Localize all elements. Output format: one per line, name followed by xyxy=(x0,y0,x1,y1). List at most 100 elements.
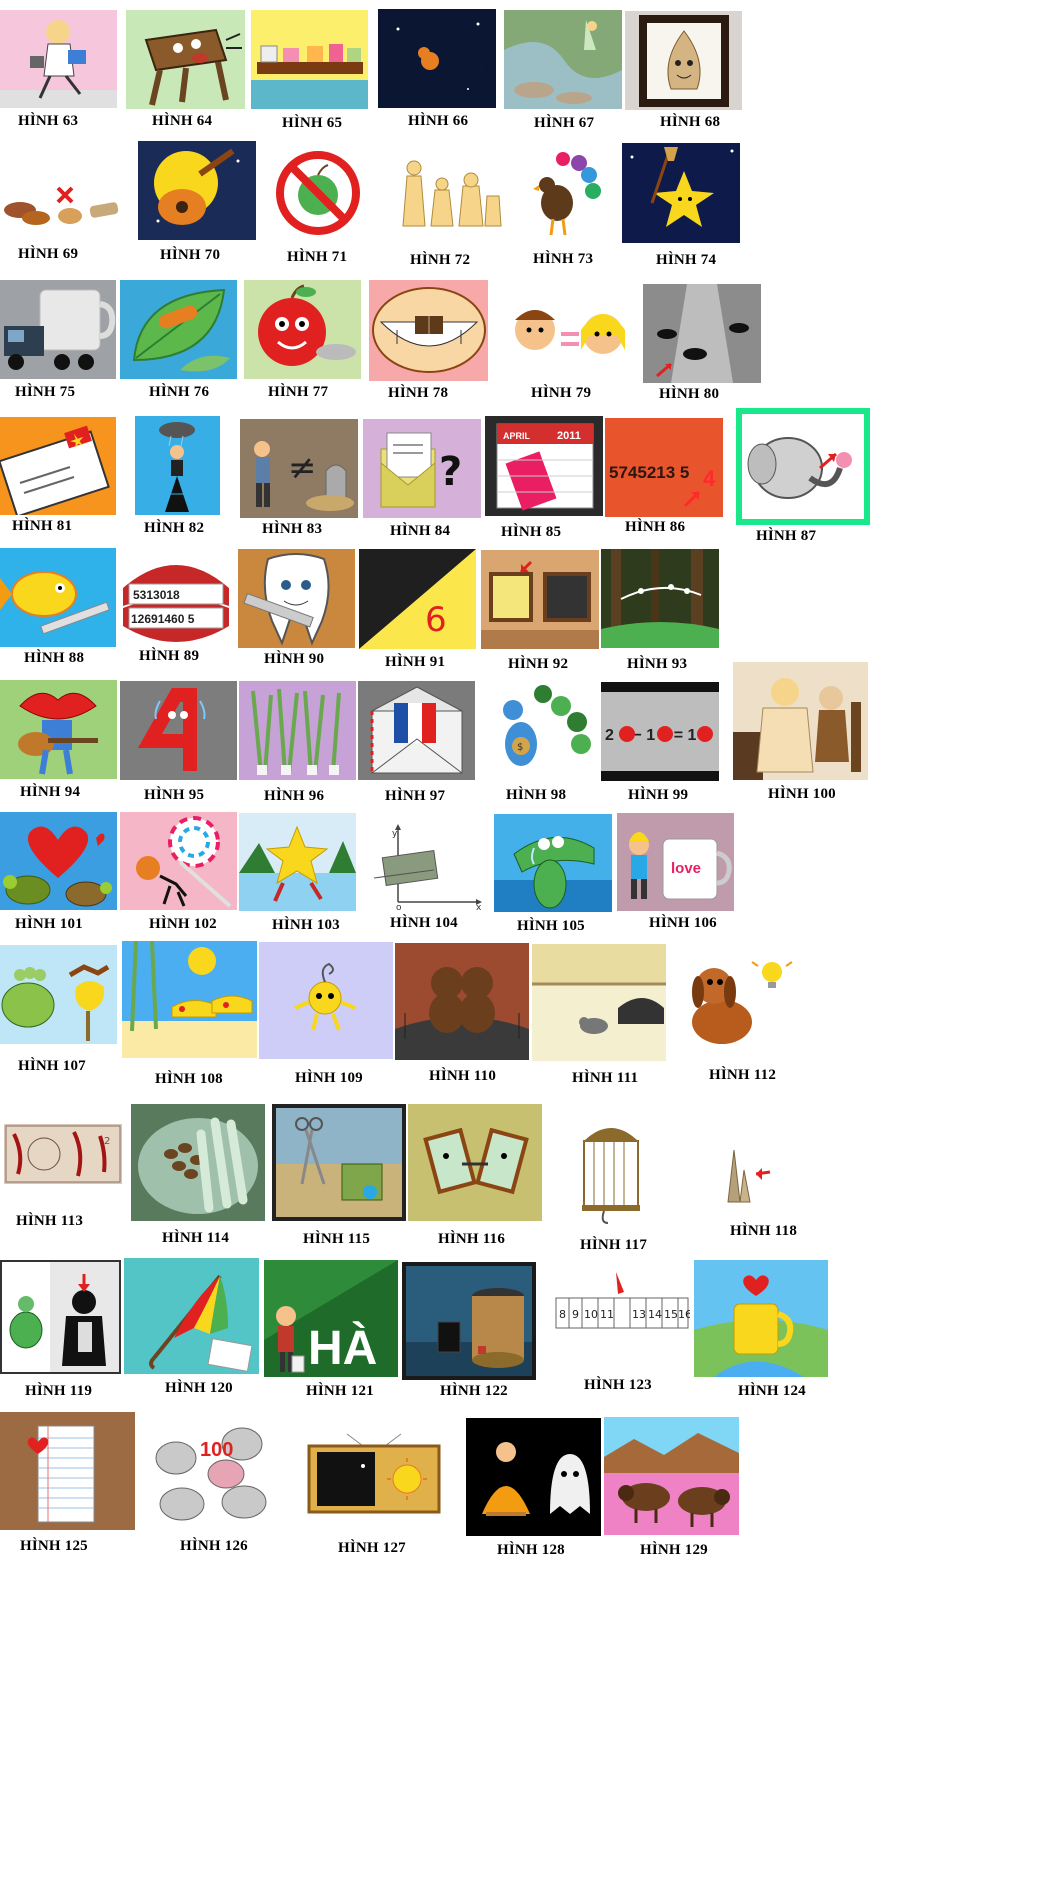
label-102: HÌNH 102 xyxy=(149,916,217,932)
label-76: HÌNH 76 xyxy=(149,384,210,400)
label-119: HÌNH 119 xyxy=(25,1383,93,1399)
picture-67-fairy-waterfall xyxy=(504,10,622,109)
picture-128-monk-ghost xyxy=(466,1418,601,1536)
picture-110-monkeys-bridge xyxy=(395,943,529,1060)
picture-99-apple-equation: 2 ● − 1 ● = 1 ● xyxy=(601,682,719,781)
calendar-month-text: APRIL xyxy=(503,431,531,441)
label-67: HÌNH 67 xyxy=(534,115,595,131)
label-74: HÌNH 74 xyxy=(656,252,717,268)
picture-76-leaf-pill xyxy=(120,280,237,379)
picture-96-green-onions xyxy=(239,681,356,780)
label-117: HÌNH 117 xyxy=(580,1237,648,1253)
picture-68-onion-portrait xyxy=(625,11,742,110)
graph-x-text: x xyxy=(476,903,482,910)
hundred-number-text: 100 xyxy=(200,1439,233,1461)
picture-69-sweet-potatoes-ginger xyxy=(0,166,122,236)
picture-95-crying-four xyxy=(120,681,237,780)
label-100: HÌNH 100 xyxy=(768,786,836,802)
picture-123-number-ruler: 8 9 10 11 13 14 15 16 xyxy=(554,1268,690,1368)
label-128: HÌNH 128 xyxy=(497,1542,565,1558)
label-124: HÌNH 124 xyxy=(738,1383,806,1399)
label-80: HÌNH 80 xyxy=(659,386,720,402)
label-115: HÌNH 115 xyxy=(303,1231,371,1247)
picture-120-umbrella-writing xyxy=(124,1258,259,1374)
ruler-number-text: 10 xyxy=(584,1308,598,1321)
picture-77-apple-eating xyxy=(244,280,361,379)
picture-88-fish-sword xyxy=(0,548,116,647)
picture-129-buffalo-pink-field xyxy=(604,1417,739,1535)
label-72: HÌNH 72 xyxy=(410,252,471,268)
label-82: HÌNH 82 xyxy=(144,520,205,536)
picture-84-envelope-question: ? xyxy=(363,419,481,518)
label-120: HÌNH 120 xyxy=(165,1380,233,1396)
svg-text:2: 2 xyxy=(104,1136,110,1147)
ruler-number-text: 8 xyxy=(559,1308,566,1321)
label-79: HÌNH 79 xyxy=(531,385,592,401)
picture-65-cups-on-table xyxy=(251,10,368,109)
picture-116-mirror-fight xyxy=(408,1104,542,1221)
picture-111-mouse-hole xyxy=(532,944,666,1061)
label-88: HÌNH 88 xyxy=(24,650,85,666)
picture-125-paper-heart xyxy=(0,1412,135,1530)
picture-126-elephants-hundred: 100 xyxy=(146,1414,281,1530)
label-96: HÌNH 96 xyxy=(264,788,325,804)
picture-101-turtles-heart xyxy=(0,812,117,910)
picture-64-chair-cartoon xyxy=(126,10,245,109)
triangle-digit-text: 6 xyxy=(425,600,447,640)
dentures-top-text: 5313018 xyxy=(133,588,180,602)
picture-93-forest-music xyxy=(601,549,719,648)
picture-85-calendar-april-2011: APRIL 2011 xyxy=(485,416,603,516)
picture-90-tooth-saw xyxy=(238,549,355,648)
picture-124-mug-hearts-landscape xyxy=(694,1260,828,1377)
label-118: HÌNH 118 xyxy=(730,1223,798,1239)
ruler-number-text: 11 xyxy=(600,1308,614,1321)
label-121: HÌNH 121 xyxy=(306,1383,374,1399)
ruler-number-text: 15 xyxy=(664,1308,678,1321)
picture-79-boy-equals-girl xyxy=(505,290,635,380)
picture-71-no-apple xyxy=(272,145,364,240)
picture-72-chess-pieces xyxy=(387,146,507,241)
mug-word-text: love xyxy=(671,860,701,877)
picture-63-girl-running xyxy=(0,10,117,108)
label-84: HÌNH 84 xyxy=(390,523,451,539)
picture-106-girl-love-mug: love xyxy=(617,813,734,911)
label-91: HÌNH 91 xyxy=(385,654,446,670)
dentures-bottom-text: 12691460 5 xyxy=(131,612,195,626)
picture-98-peacock-money: $ xyxy=(481,682,599,781)
picture-75-truck-mug xyxy=(0,280,116,379)
picture-86-digits-sequence: 5745213 5 4 xyxy=(605,418,723,517)
label-63: HÌNH 63 xyxy=(18,113,79,129)
picture-73-turkey-peacock xyxy=(523,145,605,240)
label-125: HÌNH 125 xyxy=(20,1538,88,1554)
picture-115-scissors-scene xyxy=(272,1104,406,1221)
label-87: HÌNH 87 xyxy=(756,528,817,544)
picture-97-french-envelope xyxy=(358,681,475,780)
picture-94-lips-guitar xyxy=(0,680,117,779)
calendar-year-text: 2011 xyxy=(557,430,581,442)
picture-74-star-broom xyxy=(622,143,740,243)
label-73: HÌNH 73 xyxy=(533,251,594,267)
label-66: HÌNH 66 xyxy=(408,113,469,129)
label-129: HÌNH 129 xyxy=(640,1542,708,1558)
label-95: HÌNH 95 xyxy=(144,787,205,803)
label-71: HÌNH 71 xyxy=(287,249,348,265)
picture-105-crying-crocodile xyxy=(494,814,612,912)
label-105: HÌNH 105 xyxy=(517,918,585,934)
label-107: HÌNH 107 xyxy=(18,1058,86,1074)
label-85: HÌNH 85 xyxy=(501,524,562,540)
label-104: HÌNH 104 xyxy=(390,915,458,931)
picture-81-envelope-vietnam xyxy=(0,417,116,515)
label-70: HÌNH 70 xyxy=(160,247,221,263)
label-99: HÌNH 99 xyxy=(628,787,689,803)
ruler-number-text: 13 xyxy=(632,1308,646,1321)
label-81: HÌNH 81 xyxy=(12,518,73,534)
label-83: HÌNH 83 xyxy=(262,521,323,537)
label-64: HÌNH 64 xyxy=(152,113,213,129)
label-122: HÌNH 122 xyxy=(440,1383,508,1399)
label-97: HÌNH 97 xyxy=(385,788,446,804)
ruler-number-text: 16 xyxy=(678,1308,690,1321)
picture-104-graph-money: y x o xyxy=(364,818,486,910)
label-92: HÌNH 92 xyxy=(508,656,569,672)
picture-103-star-skating xyxy=(239,813,356,911)
label-103: HÌNH 103 xyxy=(272,917,340,933)
